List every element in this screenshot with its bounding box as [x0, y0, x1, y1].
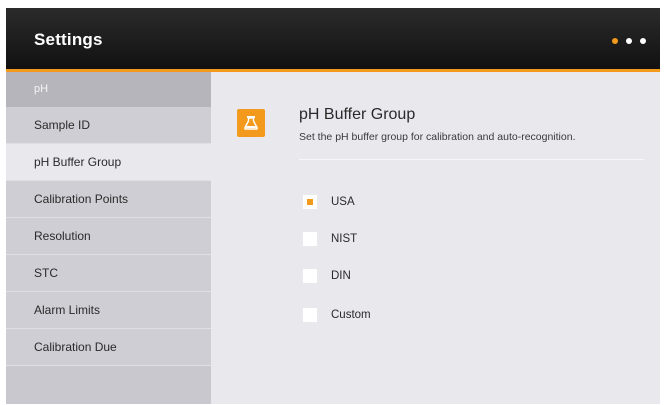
- settings-screen: Settings pH Sample ID pH Buffer Group Ca…: [6, 8, 660, 404]
- page-indicator[interactable]: [612, 38, 646, 44]
- page-dot[interactable]: [640, 38, 646, 44]
- sidebar-item-sample-id[interactable]: Sample ID: [6, 107, 211, 144]
- sidebar-item-label: Calibration Due: [34, 340, 117, 354]
- header-title: Settings: [34, 30, 103, 49]
- radio-button[interactable]: [303, 232, 317, 246]
- radio-button[interactable]: [303, 269, 317, 283]
- option-custom[interactable]: Custom: [303, 307, 371, 323]
- sidebar-item-label: Resolution: [34, 229, 91, 243]
- option-din[interactable]: DIN: [303, 268, 351, 284]
- header-bar: Settings: [6, 8, 660, 69]
- sidebar-item-label: STC: [34, 266, 58, 280]
- option-nist[interactable]: NIST: [303, 231, 357, 247]
- sidebar-item-calibration-due[interactable]: Calibration Due: [6, 329, 211, 366]
- radio-button[interactable]: [303, 308, 317, 322]
- page-dot[interactable]: [626, 38, 632, 44]
- radio-selected-indicator: [307, 199, 313, 205]
- option-label: NIST: [331, 233, 358, 245]
- sidebar-item-ph-buffer-group[interactable]: pH Buffer Group: [6, 144, 211, 181]
- option-label: USA: [331, 196, 355, 208]
- sidebar-item-calibration-points[interactable]: Calibration Points: [6, 181, 211, 218]
- sidebar-item-label: pH Buffer Group: [34, 155, 122, 169]
- sidebar-section-ph: pH: [6, 72, 211, 107]
- sidebar-item-label: Sample ID: [34, 118, 91, 132]
- sidebar: pH Sample ID pH Buffer Group Calibration…: [6, 72, 211, 404]
- divider: [299, 159, 644, 160]
- sidebar-item-label: Alarm Limits: [34, 303, 101, 317]
- content-panel: pH Buffer Group Set the pH buffer group …: [211, 72, 660, 404]
- section-title: pH Buffer Group: [299, 106, 416, 123]
- option-label: DIN: [331, 270, 351, 282]
- section-description: Set the pH buffer group for calibration …: [299, 131, 576, 143]
- radio-button[interactable]: [303, 195, 317, 209]
- beaker-icon: [237, 109, 265, 137]
- sidebar-item-alarm-limits[interactable]: Alarm Limits: [6, 292, 211, 329]
- option-label: Custom: [331, 309, 371, 321]
- page-dot[interactable]: [612, 38, 618, 44]
- sidebar-item-resolution[interactable]: Resolution: [6, 218, 211, 255]
- option-usa[interactable]: USA: [303, 194, 355, 210]
- sidebar-item-stc[interactable]: STC: [6, 255, 211, 292]
- sidebar-item-label: Calibration Points: [34, 192, 129, 206]
